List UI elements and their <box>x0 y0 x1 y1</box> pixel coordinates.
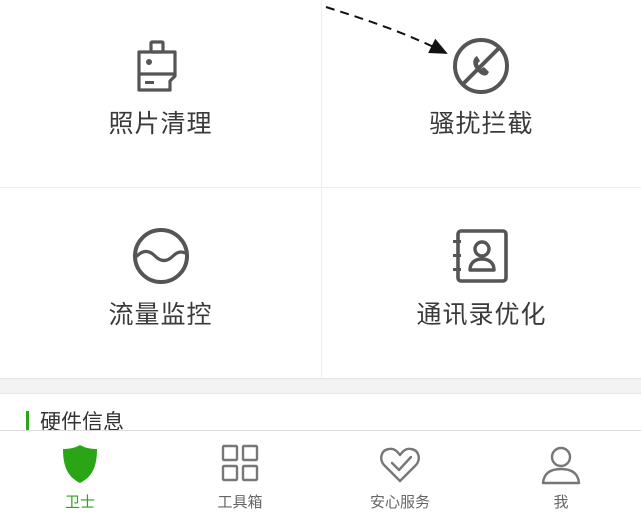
tool-contacts-optimize[interactable]: 通讯录优化 <box>322 188 641 378</box>
section-title: 硬件信息 <box>40 410 124 430</box>
section-accent-bar <box>26 411 29 430</box>
grid-divider-vertical <box>321 0 322 378</box>
grid-icon <box>221 444 259 482</box>
blocked-call-icon <box>453 38 509 94</box>
tool-traffic-monitor[interactable]: 流量监控 <box>0 188 321 378</box>
tool-photo-cleanup[interactable]: 照片清理 <box>0 0 321 187</box>
tool-harassment-block[interactable]: 骚扰拦截 <box>322 0 641 187</box>
tab-guard[interactable]: 卫士 <box>0 431 160 513</box>
grid-divider-horizontal <box>0 187 641 188</box>
contacts-book-icon <box>453 229 508 283</box>
bottom-tab-bar: 卫士 工具箱 安心服务 我 <box>0 430 641 513</box>
tool-label: 通讯录优化 <box>416 300 547 329</box>
tab-secure-service[interactable]: 安心服务 <box>320 431 480 513</box>
tab-label: 我 <box>553 493 569 511</box>
tool-label: 骚扰拦截 <box>429 109 534 138</box>
heart-check-icon <box>380 447 420 483</box>
tool-label: 流量监控 <box>108 300 213 329</box>
tab-label: 安心服务 <box>369 493 430 511</box>
brush-icon <box>137 40 177 92</box>
tool-label: 照片清理 <box>108 109 213 138</box>
tab-label: 工具箱 <box>217 493 263 511</box>
section-separator <box>0 378 641 394</box>
shield-icon <box>63 445 97 483</box>
tab-me[interactable]: 我 <box>481 431 641 513</box>
water-wave-icon <box>133 228 189 284</box>
hardware-info-header: 硬件信息 <box>0 394 641 430</box>
tab-label: 卫士 <box>64 493 95 511</box>
user-icon <box>541 446 581 485</box>
tool-grid: 照片清理 骚扰拦截 流量监控 通讯录优化 <box>0 0 641 378</box>
tab-toolbox[interactable]: 工具箱 <box>160 431 320 513</box>
